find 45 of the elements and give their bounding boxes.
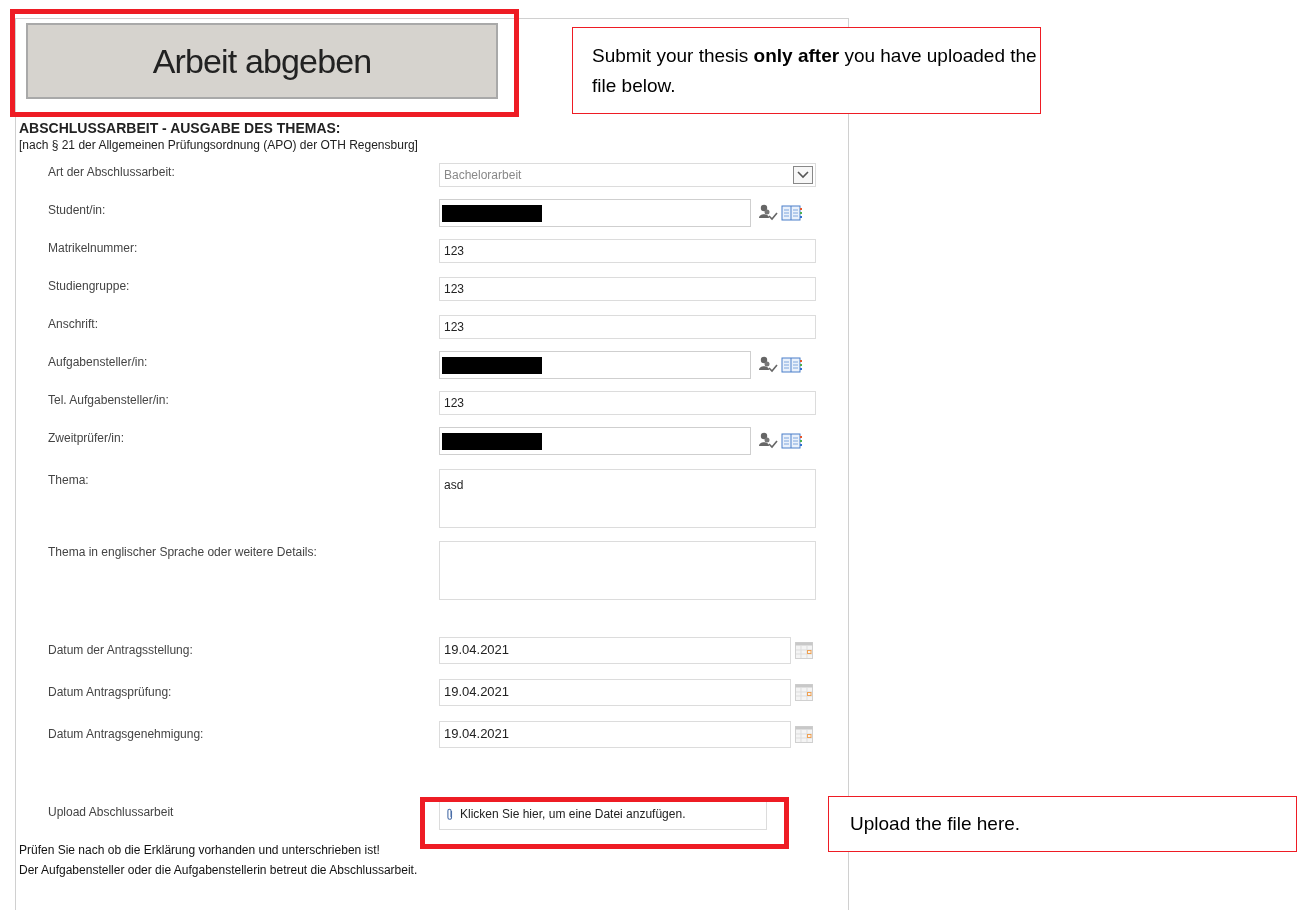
field-label: Zweitprüfer/in:	[48, 430, 126, 447]
field-label: Aufgabensteller/in:	[48, 354, 149, 371]
person-field[interactable]	[439, 427, 751, 455]
field-label: Datum Antragsgenehmigung:	[48, 726, 205, 743]
form-subheading: [nach § 21 der Allgemeinen Prüfungsordnung (APO) der OTH Regensburg]	[19, 137, 419, 153]
callout-text: Submit your thesis only after you have uploaded the file below.	[592, 44, 1038, 98]
person-field[interactable]	[439, 351, 751, 379]
field-label: Datum der Antragsstellung:	[48, 642, 194, 659]
calendar-icon[interactable]	[795, 641, 813, 659]
address-book-icon[interactable]	[781, 433, 803, 449]
person-check-icon[interactable]	[758, 356, 778, 374]
input-field[interactable]: 123	[439, 277, 816, 301]
textarea-field[interactable]	[439, 541, 816, 600]
date-field[interactable]: 19.04.2021	[439, 636, 791, 664]
address-book-icon[interactable]	[781, 205, 803, 221]
input-field[interactable]: 123	[439, 391, 816, 415]
paperclip-icon	[446, 807, 454, 821]
date-field[interactable]: 19.04.2021	[439, 678, 791, 706]
person-check-icon[interactable]	[758, 204, 778, 222]
address-book-icon[interactable]	[781, 357, 803, 373]
person-check-icon[interactable]	[758, 432, 778, 450]
form-heading: ABSCHLUSSARBEIT - AUSGABE DES THEMAS:	[19, 119, 342, 137]
upload-label: Upload Abschlussarbeit	[48, 804, 175, 821]
note-text: Prüfen Sie nach ob die Erklärung vorhanden und unterschrieben ist!	[19, 842, 381, 859]
callout-text: Upload the file here.	[850, 811, 1021, 836]
calendar-icon[interactable]	[795, 725, 813, 743]
input-field[interactable]: 123	[439, 239, 816, 263]
input-field[interactable]: 123	[439, 315, 816, 339]
type-select[interactable]: Bachelorarbeit	[439, 163, 816, 187]
field-label: Student/in:	[48, 202, 107, 219]
field-label: Thema in englischer Sprache oder weitere Details:	[48, 544, 318, 561]
field-label: Anschrift:	[48, 316, 99, 333]
field-label: Matrikelnummer:	[48, 240, 139, 257]
field-label: Datum Antragsprüfung:	[48, 684, 173, 701]
note-text: Der Aufgabensteller oder die Aufgabenstellerin betreut die Abschlussarbeit.	[19, 862, 419, 879]
field-label: Studiengruppe:	[48, 278, 131, 295]
date-field[interactable]: 19.04.2021	[439, 720, 791, 748]
field-label: Art der Abschlussarbeit:	[48, 164, 176, 181]
calendar-icon[interactable]	[795, 683, 813, 701]
textarea-field[interactable]: asd	[439, 469, 816, 528]
field-label: Tel. Aufgabensteller/in:	[48, 392, 170, 409]
submit-button[interactable]: Arbeit abgeben	[26, 23, 498, 99]
field-label: Thema:	[48, 472, 90, 489]
person-field[interactable]	[439, 199, 751, 227]
chevron-down-icon	[793, 166, 813, 184]
